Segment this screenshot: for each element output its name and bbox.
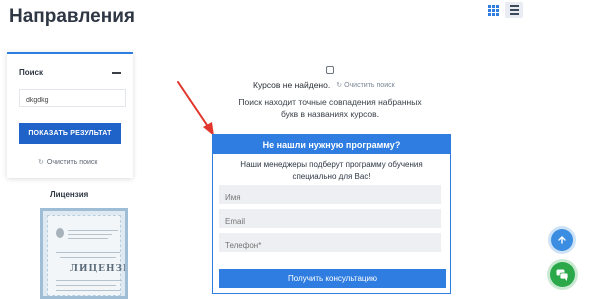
clear-search-link-center[interactable]: ↻ Очистить поиск: [336, 81, 395, 90]
filter-heading: Поиск: [19, 68, 44, 77]
clear-search-label: Очистить поиск: [344, 81, 395, 89]
emblem-icon: [56, 228, 64, 238]
search-filter-panel: Поиск ПОКАЗАТЬ РЕЗУЛЬТАТ ↻ Очистить поис…: [7, 52, 133, 178]
refresh-icon: ↻: [38, 159, 44, 166]
search-hint: Поиск находит точные совпадения набранны…: [238, 97, 422, 119]
license-image-word: ЛИЦЕНЗИЯ: [70, 264, 125, 274]
sad-face-icon: [326, 66, 334, 74]
list-icon: [509, 5, 519, 15]
search-input[interactable]: [19, 89, 126, 107]
clear-search-label: Очистить поиск: [46, 158, 98, 166]
grid-view-button[interactable]: [484, 2, 502, 18]
chat-icon: [556, 269, 569, 281]
chat-button[interactable]: [550, 262, 575, 287]
view-toggle: [484, 2, 523, 18]
scroll-up-button[interactable]: [551, 229, 573, 251]
minus-icon[interactable]: [112, 72, 121, 74]
red-arrow-annotation: [177, 81, 214, 136]
form-title: Не нашли нужную программу?: [213, 135, 450, 154]
not-found-text: Курсов не найдено.: [253, 80, 331, 90]
phone-field[interactable]: [219, 233, 441, 252]
email-field[interactable]: [219, 209, 441, 228]
license-title: Лицензия: [50, 190, 89, 199]
license-image[interactable]: ЛИЦЕНЗИЯ: [40, 208, 128, 299]
name-field[interactable]: [219, 185, 441, 204]
clear-search-link[interactable]: ↻ Очистить поиск: [38, 158, 98, 167]
page-title: Направления: [9, 6, 135, 27]
get-consultation-button[interactable]: Получить консультацию: [219, 269, 446, 288]
grid-icon: [487, 4, 499, 16]
show-results-button[interactable]: ПОКАЗАТЬ РЕЗУЛЬТАТ: [19, 123, 121, 144]
list-view-button[interactable]: [505, 2, 523, 18]
arrow-up-icon: [558, 236, 566, 244]
consultation-form: Не нашли нужную программу? Наши менеджер…: [212, 134, 451, 294]
form-subtitle: Наши менеджеры подберут программу обучен…: [240, 160, 423, 181]
refresh-icon: ↻: [336, 82, 343, 89]
